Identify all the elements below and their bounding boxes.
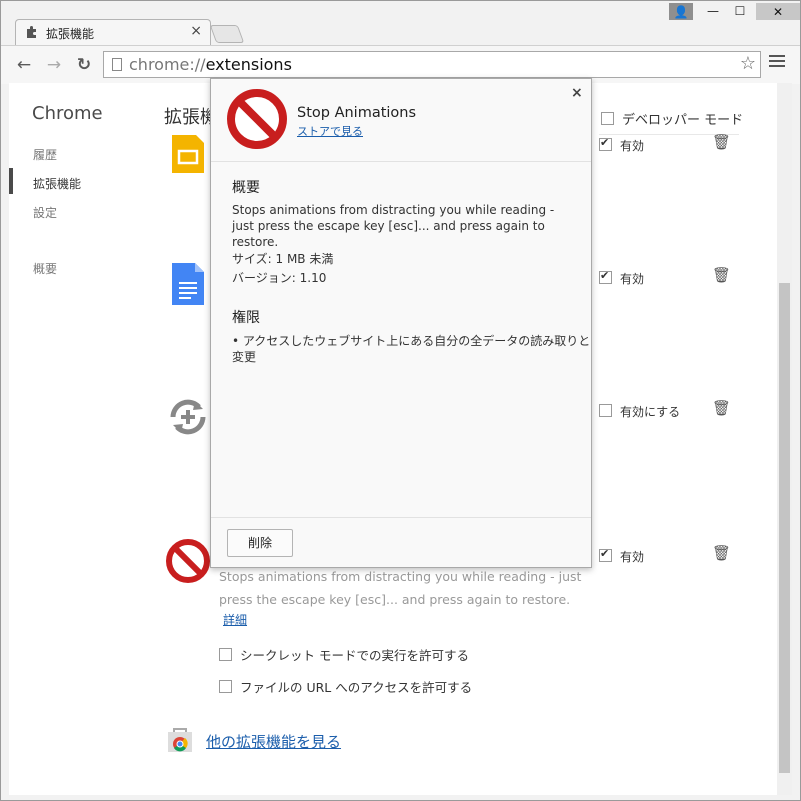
- file-urls-label: ファイルの URL へのアクセスを許可する: [240, 680, 473, 695]
- file-urls-checkbox[interactable]: [219, 680, 232, 693]
- tab-extensions[interactable]: 拡張機能 ×: [15, 19, 211, 46]
- extension-4-enable[interactable]: 有効: [599, 547, 645, 565]
- url-text[interactable]: chrome://extensions: [129, 55, 292, 74]
- docs-icon: [172, 263, 204, 305]
- extension-4-status: 有効: [620, 550, 645, 564]
- webstore-icon: [168, 728, 192, 752]
- maximize-button[interactable]: ☐: [728, 1, 752, 21]
- url-host: extensions: [205, 55, 292, 74]
- reload-button[interactable]: ↻: [73, 54, 95, 76]
- forward-button[interactable]: →: [43, 54, 65, 76]
- overview-heading: 概要: [232, 180, 260, 196]
- permission-item-text: アクセスしたウェブサイト上にある自分の全データの読み取りと変更: [232, 334, 591, 364]
- close-window-button[interactable]: ✕: [756, 3, 800, 20]
- prohibition-icon: [227, 89, 287, 149]
- extension-4-checkbox[interactable]: [599, 547, 612, 562]
- more-extensions-link[interactable]: 他の拡張機能を見る: [206, 731, 341, 752]
- url-scheme: chrome://: [129, 55, 206, 74]
- minimize-button[interactable]: —: [701, 1, 725, 21]
- puzzle-icon: [27, 26, 36, 38]
- page-icon: [112, 58, 122, 71]
- extension-1-status: 有効: [620, 139, 645, 153]
- developer-mode-checkbox[interactable]: [601, 112, 614, 125]
- remove-button[interactable]: 削除: [227, 529, 293, 557]
- file-urls-option[interactable]: ファイルの URL へのアクセスを許可する: [219, 677, 472, 696]
- extension-3-status: 有効にする: [620, 405, 681, 419]
- new-tab-button[interactable]: [209, 25, 245, 43]
- prohibition-icon: [166, 539, 210, 583]
- sync-add-icon: [170, 399, 206, 435]
- browser-window: 拡張機能 × 👤 — ☐ ✕ ← → ↻ chrome://extensions…: [0, 0, 801, 801]
- permissions-heading: 権限: [232, 310, 260, 326]
- sidebar-item-settings[interactable]: 設定: [33, 204, 57, 221]
- tab-title: 拡張機能: [46, 27, 95, 41]
- extension-4-description: Stops animations from distracting you wh…: [219, 569, 582, 607]
- close-icon[interactable]: ×: [571, 85, 583, 101]
- user-icon[interactable]: 👤: [669, 3, 693, 20]
- dialog-header: Stop Animations ストアで見る ×: [211, 79, 591, 162]
- sidebar-item-history[interactable]: 履歴: [33, 146, 57, 163]
- trash-icon[interactable]: 🗑: [712, 133, 731, 151]
- incognito-checkbox[interactable]: [219, 648, 232, 661]
- star-icon[interactable]: ☆: [740, 53, 756, 74]
- developer-mode-label: デベロッパー モード: [622, 113, 744, 128]
- tab-strip: 拡張機能 × 👤 — ☐ ✕: [1, 1, 800, 46]
- version-text: バージョン: 1.10: [232, 271, 327, 285]
- developer-mode-toggle[interactable]: デベロッパー モード: [601, 109, 743, 128]
- address-bar[interactable]: chrome://extensions ☆: [103, 51, 761, 78]
- scrollbar[interactable]: [777, 83, 792, 795]
- slides-icon: [172, 135, 204, 173]
- size-text: サイズ: 1 MB 未満: [232, 252, 334, 266]
- incognito-label: シークレット モードでの実行を許可する: [240, 648, 469, 663]
- extension-1-checkbox[interactable]: [599, 136, 612, 151]
- sidebar-item-extensions[interactable]: 拡張機能: [33, 175, 81, 192]
- trash-icon[interactable]: 🗑: [712, 544, 731, 562]
- scrollbar-thumb[interactable]: [779, 283, 790, 773]
- extension-details-dialog: Stop Animations ストアで見る × 概要 Stops animat…: [210, 78, 592, 568]
- tab-close-icon[interactable]: ×: [190, 23, 202, 39]
- extension-3-enable[interactable]: 有効にする: [599, 403, 680, 420]
- dialog-footer-divider: [211, 517, 591, 518]
- store-link[interactable]: ストアで見る: [297, 123, 363, 139]
- sidebar-item-about[interactable]: 概要: [33, 260, 57, 277]
- back-button[interactable]: ←: [13, 54, 35, 76]
- extension-2-checkbox[interactable]: [599, 269, 612, 284]
- overview-text: Stops animations from distracting you wh…: [232, 203, 555, 249]
- dialog-extension-name: Stop Animations: [297, 105, 417, 121]
- extension-2-status: 有効: [620, 272, 645, 286]
- sidebar-selection-bar: [9, 168, 13, 194]
- extension-3-checkbox[interactable]: [599, 404, 612, 417]
- sidebar-title: Chrome: [32, 103, 103, 124]
- trash-icon[interactable]: 🗑: [712, 266, 731, 284]
- menu-icon[interactable]: [769, 55, 785, 70]
- details-link[interactable]: 詳細: [223, 611, 247, 628]
- extension-2-enable[interactable]: 有効: [599, 269, 645, 287]
- trash-icon[interactable]: 🗑: [712, 399, 731, 417]
- incognito-option[interactable]: シークレット モードでの実行を許可する: [219, 645, 469, 664]
- extension-1-enable[interactable]: 有効: [599, 136, 645, 154]
- permission-item: • アクセスしたウェブサイト上にある自分の全データの読み取りと変更: [232, 334, 591, 364]
